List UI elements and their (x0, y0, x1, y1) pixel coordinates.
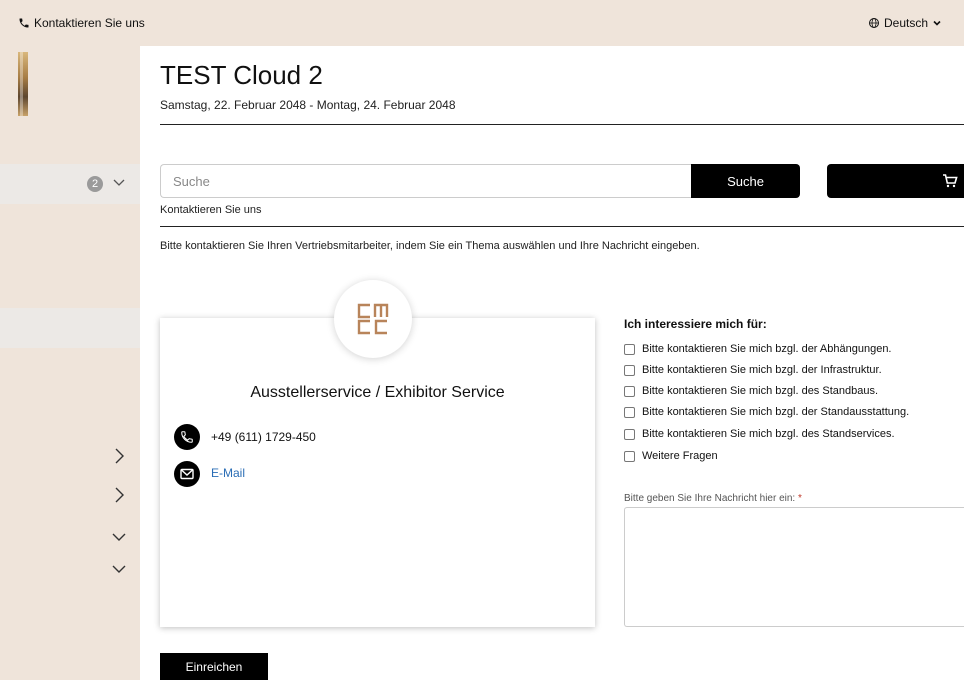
language-selector[interactable]: Deutsch (868, 16, 942, 30)
top-bar: Kontaktieren Sie uns Deutsch (0, 0, 964, 46)
phone-icon (19, 18, 29, 28)
count-badge: 2 (87, 176, 103, 192)
language-label: Deutsch (884, 16, 929, 30)
interest-option[interactable]: Bitte kontaktieren Sie mich bzgl. der Ab… (624, 343, 892, 355)
contact-phone: +49 (611) 1729-450 (211, 430, 316, 444)
chevron-right-icon[interactable] (111, 486, 127, 504)
sidebar-highlight-row[interactable] (0, 308, 140, 348)
submit-button[interactable]: Einreichen (160, 653, 268, 680)
event-thumbnail (18, 52, 28, 116)
checkbox[interactable] (624, 385, 635, 397)
checkbox[interactable] (624, 406, 635, 418)
checkbox[interactable] (624, 364, 635, 376)
event-title: TEST Cloud 2 (160, 60, 323, 90)
breadcrumb-divider (160, 226, 964, 227)
interest-option-label: Bitte kontaktieren Sie mich bzgl. der St… (642, 406, 910, 418)
interest-option[interactable]: Bitte kontaktieren Sie mich bzgl. des St… (624, 385, 878, 397)
chevron-down-icon[interactable] (111, 530, 127, 544)
left-sidebar (0, 46, 140, 680)
interest-heading: Ich interessiere mich für: (624, 317, 767, 331)
chevron-down-icon[interactable] (111, 562, 127, 576)
message-label: Bitte geben Sie Ihre Nachricht hier ein:… (624, 493, 802, 504)
cart-button[interactable] (827, 164, 964, 198)
interest-option[interactable]: Weitere Fragen (624, 450, 718, 462)
interest-option-label: Weitere Fragen (642, 450, 718, 462)
cmcc-logo-icon (357, 303, 389, 335)
chevron-down-icon[interactable] (112, 175, 126, 189)
chevron-right-icon[interactable] (111, 447, 127, 465)
chevron-down-icon (933, 20, 941, 26)
logo-badge (334, 280, 412, 358)
event-dates: Samstag, 22. Februar 2048 - Montag, 24. … (160, 98, 456, 112)
search-button[interactable]: Suche (691, 164, 800, 198)
cart-icon (943, 174, 958, 188)
email-link[interactable]: E-Mail (211, 466, 245, 480)
interest-option-label: Bitte kontaktieren Sie mich bzgl. des St… (642, 385, 879, 397)
checkbox[interactable] (624, 343, 635, 355)
header-divider (160, 124, 964, 125)
interest-option-label: Bitte kontaktieren Sie mich bzgl. des St… (642, 428, 895, 440)
interest-option-label: Bitte kontaktieren Sie mich bzgl. der In… (642, 364, 882, 376)
interest-option-label: Bitte kontaktieren Sie mich bzgl. der Ab… (642, 343, 892, 355)
checkbox[interactable] (624, 450, 635, 462)
interest-option[interactable]: Bitte kontaktieren Sie mich bzgl. des St… (624, 428, 895, 440)
message-label-text: Bitte geben Sie Ihre Nachricht hier ein: (624, 493, 796, 504)
contact-card-title: Ausstellerservice / Exhibitor Service (250, 384, 505, 401)
globe-icon (869, 18, 879, 28)
mail-icon (174, 461, 200, 487)
required-mark: * (798, 493, 802, 504)
checkbox[interactable] (624, 428, 635, 440)
interest-option[interactable]: Bitte kontaktieren Sie mich bzgl. der In… (624, 364, 882, 376)
breadcrumb: Kontaktieren Sie uns (160, 204, 262, 216)
phone-icon (174, 424, 200, 450)
search-input[interactable] (160, 164, 691, 198)
message-textarea[interactable] (624, 507, 964, 627)
contact-link[interactable]: Kontaktieren Sie uns (18, 16, 145, 30)
contact-link-label: Kontaktieren Sie uns (34, 16, 145, 30)
interest-option[interactable]: Bitte kontaktieren Sie mich bzgl. der St… (624, 406, 909, 418)
intro-text: Bitte kontaktieren Sie Ihren Vertriebsmi… (160, 240, 700, 252)
